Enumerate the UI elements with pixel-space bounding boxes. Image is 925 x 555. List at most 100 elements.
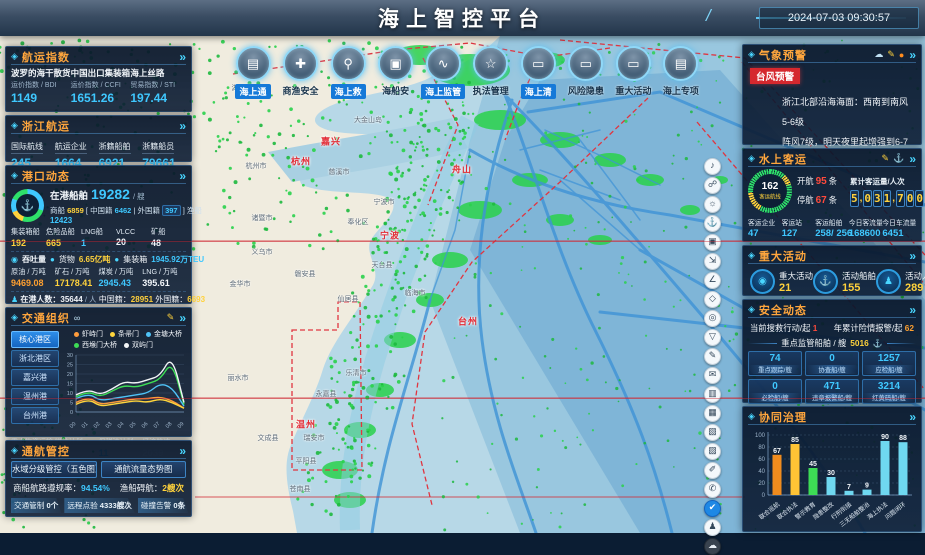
alert-dot-icon[interactable]: ●	[899, 50, 904, 60]
cloud-icon[interactable]: ☁	[704, 538, 721, 555]
menu-item-商渔安全[interactable]: ✚商渔安全	[278, 46, 324, 99]
safety-stat-box[interactable]: 471违章报警船/艘	[805, 379, 859, 404]
grid-icon[interactable]: ▦	[704, 405, 721, 422]
panel-zhejiang-shipping: ◈ 浙江航运 » 国际航线245航运企业1664浙籍船舶6921浙籍船员7966…	[5, 115, 192, 162]
activity-stat[interactable]: ♟活动人员289	[876, 269, 925, 294]
image-icon[interactable]: ▧	[704, 424, 721, 441]
pen-icon[interactable]: ✎	[167, 312, 175, 323]
map-icon-glyph: ▤	[247, 56, 259, 72]
pencil-icon[interactable]: ✎	[704, 348, 721, 365]
diamond-icon: ◈	[11, 120, 18, 131]
chart-icon[interactable]: ▥	[704, 386, 721, 403]
cloud-icon[interactable]: ☁	[874, 49, 883, 60]
svg-text:03: 03	[105, 421, 114, 430]
activity-stat[interactable]: ◉重大活动21	[750, 269, 813, 294]
check-icon[interactable]: ✔	[704, 500, 721, 517]
photo-icon[interactable]: ▨	[704, 443, 721, 460]
major-activity-stats: ◉重大活动21⚓活动船舶155♟活动人员289	[748, 266, 916, 294]
bar	[827, 477, 836, 495]
radar-icon[interactable]: ☍	[704, 177, 721, 194]
panel-header: ◈ 水上客运 ✎ ⚓ »	[748, 151, 916, 167]
polygon-icon[interactable]: ◇	[704, 291, 721, 308]
panel-title: 交通组织	[22, 310, 70, 326]
port-area-button[interactable]: 温州港	[11, 388, 59, 405]
counter-digit: 0	[906, 190, 915, 207]
svg-text:04: 04	[117, 421, 126, 430]
menu-item-海上通[interactable]: ▤海上通	[230, 46, 276, 99]
expand-icon[interactable]: »	[909, 249, 916, 263]
expand-icon[interactable]: »	[179, 50, 186, 64]
panel-title: 通航管控	[22, 443, 70, 459]
stat-label: 活动人员	[905, 270, 925, 282]
stat-value: 6451	[882, 228, 916, 239]
expand-icon[interactable]: »	[179, 119, 186, 133]
expand-icon[interactable]: »	[179, 311, 186, 325]
total-passengers-label: 累计客运量/人次	[850, 176, 916, 187]
index-value: 1651.26	[71, 91, 127, 105]
menu-item-海上专项[interactable]: ▤海上专项	[658, 46, 704, 99]
pen-icon[interactable]: ✎	[882, 153, 890, 164]
port-area-button[interactable]: 浙北港区	[11, 350, 59, 367]
index-item: 海上丝路贸易指数 / STI197.44	[130, 67, 186, 105]
expand-icon[interactable]: »	[909, 303, 916, 317]
expand-icon[interactable]: »	[179, 444, 186, 458]
stat-label: 协查船/艘	[806, 365, 858, 374]
index-sub: 运价指数 / CCFI	[71, 80, 127, 90]
target-icon[interactable]: ◎	[704, 310, 721, 327]
camera-icon[interactable]: ▣	[704, 234, 721, 251]
menu-item-海船安[interactable]: ▣海船安	[373, 46, 419, 99]
stat-item: 矿船48	[151, 227, 186, 248]
expand-icon[interactable]: »	[909, 152, 916, 166]
message-icon[interactable]: ✆	[704, 481, 721, 498]
measure-icon[interactable]: ∠	[704, 272, 721, 289]
nav-control-button[interactable]: 通航流量态势图	[101, 461, 187, 478]
panel-header: ◈ 气象预警 ☁ ✎ ● »	[748, 47, 916, 63]
safety-stat-box[interactable]: 0必检船/艘	[748, 379, 802, 404]
typhoon-warning-badge[interactable]: 台风预警	[750, 68, 800, 84]
port-area-buttons: 核心港区浙北港区嘉兴港温州港台州港	[11, 328, 59, 436]
menu-item-海上监管[interactable]: ∿海上监管	[420, 46, 466, 99]
svg-text:60: 60	[758, 457, 765, 463]
legend-item: 西堠门大桥	[74, 340, 117, 350]
menu-item-海上清[interactable]: ▭海上清	[515, 46, 561, 99]
expand-icon[interactable]: »	[909, 48, 916, 62]
flow-chart-legend: 虾峙门条帚门金塘大桥西堠门大桥双屿门	[62, 328, 186, 350]
ship-icon[interactable]: ⚓	[704, 215, 721, 232]
pen-icon[interactable]: ✎	[887, 49, 895, 60]
brush-icon[interactable]: ✐	[704, 462, 721, 479]
light-icon[interactable]: ☼	[704, 196, 721, 213]
volume-icon[interactable]: ♪	[704, 158, 721, 175]
link-icon[interactable]: ∞	[74, 313, 80, 323]
safety-stat-box[interactable]: 1257应检船/艘	[862, 351, 916, 376]
port-area-button[interactable]: 嘉兴港	[11, 369, 59, 386]
nav-control-button[interactable]: 水域分级管控（五色图）	[11, 461, 97, 478]
menu-item-执法管理[interactable]: ☆执法管理	[468, 46, 514, 99]
monitor-icon-glyph: ∿	[438, 56, 449, 72]
menu-item-重大活动[interactable]: ▭重大活动	[610, 46, 656, 99]
filter-icon[interactable]: ▽	[704, 329, 721, 346]
stat-label: 客运船舶	[815, 217, 849, 227]
menu-item-风险隐患[interactable]: ▭风险隐患	[563, 46, 609, 99]
diamond-icon: ◈	[748, 250, 755, 261]
fullscreen-icon[interactable]: ⇲	[704, 253, 721, 270]
safety-stat-box[interactable]: 3214红黄码船/艘	[862, 379, 916, 404]
expand-icon[interactable]: »	[909, 410, 916, 424]
menu-item-海上救[interactable]: ⚲海上救	[325, 46, 371, 99]
mail-icon[interactable]: ✉	[704, 367, 721, 384]
legend-swatch	[110, 332, 115, 337]
stat-label: 浙籍船舶	[99, 141, 131, 154]
stat-label: 国际航线	[11, 141, 43, 154]
port-area-button[interactable]: 核心港区	[11, 331, 59, 348]
activity-stat[interactable]: ⚓活动船舶155	[813, 269, 876, 294]
stat-label: 应检船/艘	[863, 365, 915, 374]
expand-icon[interactable]: »	[179, 169, 186, 183]
index-name: 海上丝路	[130, 67, 186, 79]
stat-item: 客运企业47	[748, 217, 782, 239]
safety-stat-box[interactable]: 74重点跟踪/艘	[748, 351, 802, 376]
safety-stat-box[interactable]: 0协查船/艘	[805, 351, 859, 376]
activity-icon: ◉	[750, 269, 775, 294]
port-area-button[interactable]: 台州港	[11, 407, 59, 424]
ferry-icon[interactable]: ⚓	[893, 153, 904, 164]
user-icon[interactable]: ♟	[704, 519, 721, 536]
bar	[863, 490, 872, 495]
